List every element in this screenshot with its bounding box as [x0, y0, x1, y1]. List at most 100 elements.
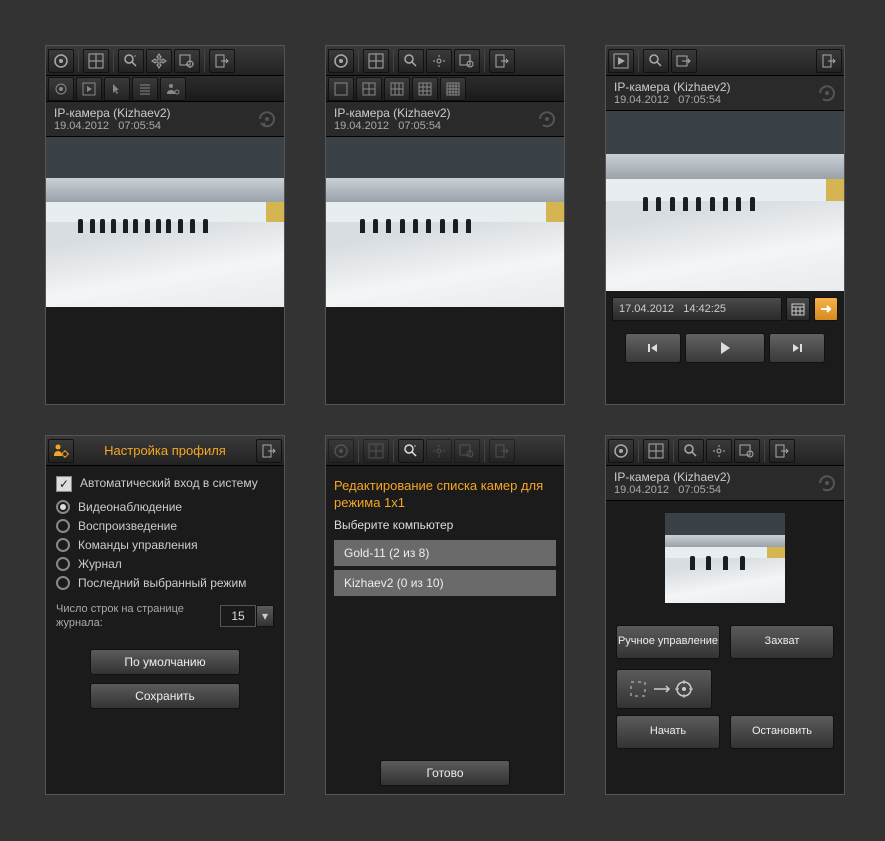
- mode-radio-1[interactable]: Видеонаблюдение: [56, 500, 274, 514]
- layout-2x2-icon[interactable]: [356, 77, 382, 101]
- done-button[interactable]: Готово: [380, 760, 510, 786]
- profile-header: Настройка профиля: [46, 436, 284, 466]
- toolbar-main: [326, 436, 564, 466]
- list-item[interactable]: Gold-11 (2 из 8): [334, 540, 556, 566]
- radio-icon[interactable]: [56, 500, 70, 514]
- mode-radio-3[interactable]: Команды управления: [56, 538, 274, 552]
- dropdown-icon[interactable]: ▾: [256, 605, 274, 627]
- toolbar-main: [606, 46, 844, 76]
- mode-live-icon[interactable]: [608, 439, 634, 463]
- video-thumbnail[interactable]: [665, 513, 785, 603]
- pan-icon[interactable]: [426, 49, 452, 73]
- goto-icon[interactable]: [814, 297, 838, 321]
- camera-name: IP-камера (Kizhaev2): [614, 80, 818, 94]
- logout-icon[interactable]: [209, 49, 235, 73]
- panel-body: [46, 307, 284, 404]
- layout-icon[interactable]: [643, 439, 669, 463]
- play-button[interactable]: [685, 333, 765, 363]
- logout-icon[interactable]: [769, 439, 795, 463]
- autologin-checkbox[interactable]: ✓: [56, 476, 72, 492]
- layout-3x2-icon[interactable]: [384, 77, 410, 101]
- layout-icon[interactable]: [363, 49, 389, 73]
- panel-live-2: IP-камера (Kizhaev2) 19.04.2012 07:05:54: [325, 45, 565, 405]
- calendar-icon[interactable]: [786, 297, 810, 321]
- camera-time: 07:05:54: [118, 120, 161, 132]
- user-settings-icon[interactable]: [160, 77, 186, 101]
- camera-name: IP-камера (Kizhaev2): [334, 106, 538, 120]
- mode-live-icon[interactable]: [328, 439, 354, 463]
- prev-button[interactable]: [625, 333, 681, 363]
- archive-icon[interactable]: [818, 84, 836, 102]
- default-button[interactable]: По умолчанию: [90, 649, 240, 675]
- thumbnail-area: [606, 501, 844, 615]
- radio-icon[interactable]: [56, 576, 70, 590]
- mode-live-icon[interactable]: [48, 49, 74, 73]
- settings-icon[interactable]: [734, 439, 760, 463]
- settings-icon[interactable]: [454, 439, 480, 463]
- editlist-footer: Готово: [326, 752, 564, 794]
- layout-icon[interactable]: [83, 49, 109, 73]
- layout-3x3-icon[interactable]: [412, 77, 438, 101]
- toolbar-main: [326, 46, 564, 76]
- panel-control: IP-камера (Kizhaev2) 19.04.2012 07:05:54…: [605, 435, 845, 795]
- archive-icon[interactable]: [818, 474, 836, 492]
- cursor-icon[interactable]: [104, 77, 130, 101]
- focus-target-button[interactable]: [616, 669, 712, 709]
- settings-icon[interactable]: [454, 49, 480, 73]
- zoom-icon[interactable]: [398, 439, 424, 463]
- start-button[interactable]: Начать: [616, 715, 720, 749]
- zoom-icon[interactable]: [678, 439, 704, 463]
- video-feed[interactable]: [606, 111, 844, 291]
- pan-icon[interactable]: [146, 49, 172, 73]
- log-icon[interactable]: [132, 77, 158, 101]
- video-feed[interactable]: [46, 137, 284, 307]
- logout-icon[interactable]: [489, 49, 515, 73]
- archive-icon[interactable]: [538, 110, 556, 128]
- logout-icon[interactable]: [489, 439, 515, 463]
- autologin-row[interactable]: ✓ Автоматический вход в систему: [56, 476, 274, 492]
- editlist-subtitle: Выберите компьютер: [334, 518, 556, 532]
- lines-spinner[interactable]: 15 ▾: [220, 605, 274, 627]
- settings-icon[interactable]: [174, 49, 200, 73]
- radio-icon[interactable]: [56, 538, 70, 552]
- layout-1x1-icon[interactable]: [328, 77, 354, 101]
- panel-body: [326, 307, 564, 404]
- playback-datetime[interactable]: 17.04.2012 14:42:25: [612, 297, 782, 321]
- zoom-icon[interactable]: [398, 49, 424, 73]
- next-button[interactable]: [769, 333, 825, 363]
- video-feed[interactable]: [326, 137, 564, 307]
- user-settings-icon[interactable]: [48, 439, 74, 463]
- play-small-icon[interactable]: [76, 77, 102, 101]
- pan-icon[interactable]: [706, 439, 732, 463]
- save-button[interactable]: Сохранить: [90, 683, 240, 709]
- logout-icon[interactable]: [256, 439, 282, 463]
- export-icon[interactable]: [671, 49, 697, 73]
- mode-radio-2[interactable]: Воспроизведение: [56, 519, 274, 533]
- camera-name: IP-камера (Kizhaev2): [614, 470, 818, 484]
- zoom-icon[interactable]: [118, 49, 144, 73]
- camera-header: IP-камера (Kizhaev2) 19.04.2012 07:05:54: [326, 102, 564, 137]
- list-item[interactable]: Kizhaev2 (0 из 10): [334, 570, 556, 596]
- layout-icon[interactable]: [363, 439, 389, 463]
- layout-4x4-icon[interactable]: [440, 77, 466, 101]
- zoom-icon[interactable]: [643, 49, 669, 73]
- mode-radio-4[interactable]: Журнал: [56, 557, 274, 571]
- radio-icon[interactable]: [56, 557, 70, 571]
- stop-button[interactable]: Остановить: [730, 715, 834, 749]
- camera-name: IP-камера (Kizhaev2): [54, 106, 258, 120]
- panel-playback: IP-камера (Kizhaev2) 19.04.2012 07:05:54…: [605, 45, 845, 405]
- rec-icon[interactable]: [48, 77, 74, 101]
- mode-live-icon[interactable]: [328, 49, 354, 73]
- archive-icon[interactable]: [258, 110, 276, 128]
- pan-icon[interactable]: [426, 439, 452, 463]
- play-mode-icon[interactable]: [608, 49, 634, 73]
- lines-label: Число строк на странице журнала:: [56, 602, 212, 631]
- autologin-label: Автоматический вход в систему: [80, 476, 258, 492]
- toolbar-main: [606, 436, 844, 466]
- logout-icon[interactable]: [816, 49, 842, 73]
- toolbar-sub: [46, 76, 284, 102]
- manual-button[interactable]: Ручное управление: [616, 625, 720, 659]
- capture-button[interactable]: Захват: [730, 625, 834, 659]
- radio-icon[interactable]: [56, 519, 70, 533]
- mode-radio-5[interactable]: Последний выбранный режим: [56, 576, 274, 590]
